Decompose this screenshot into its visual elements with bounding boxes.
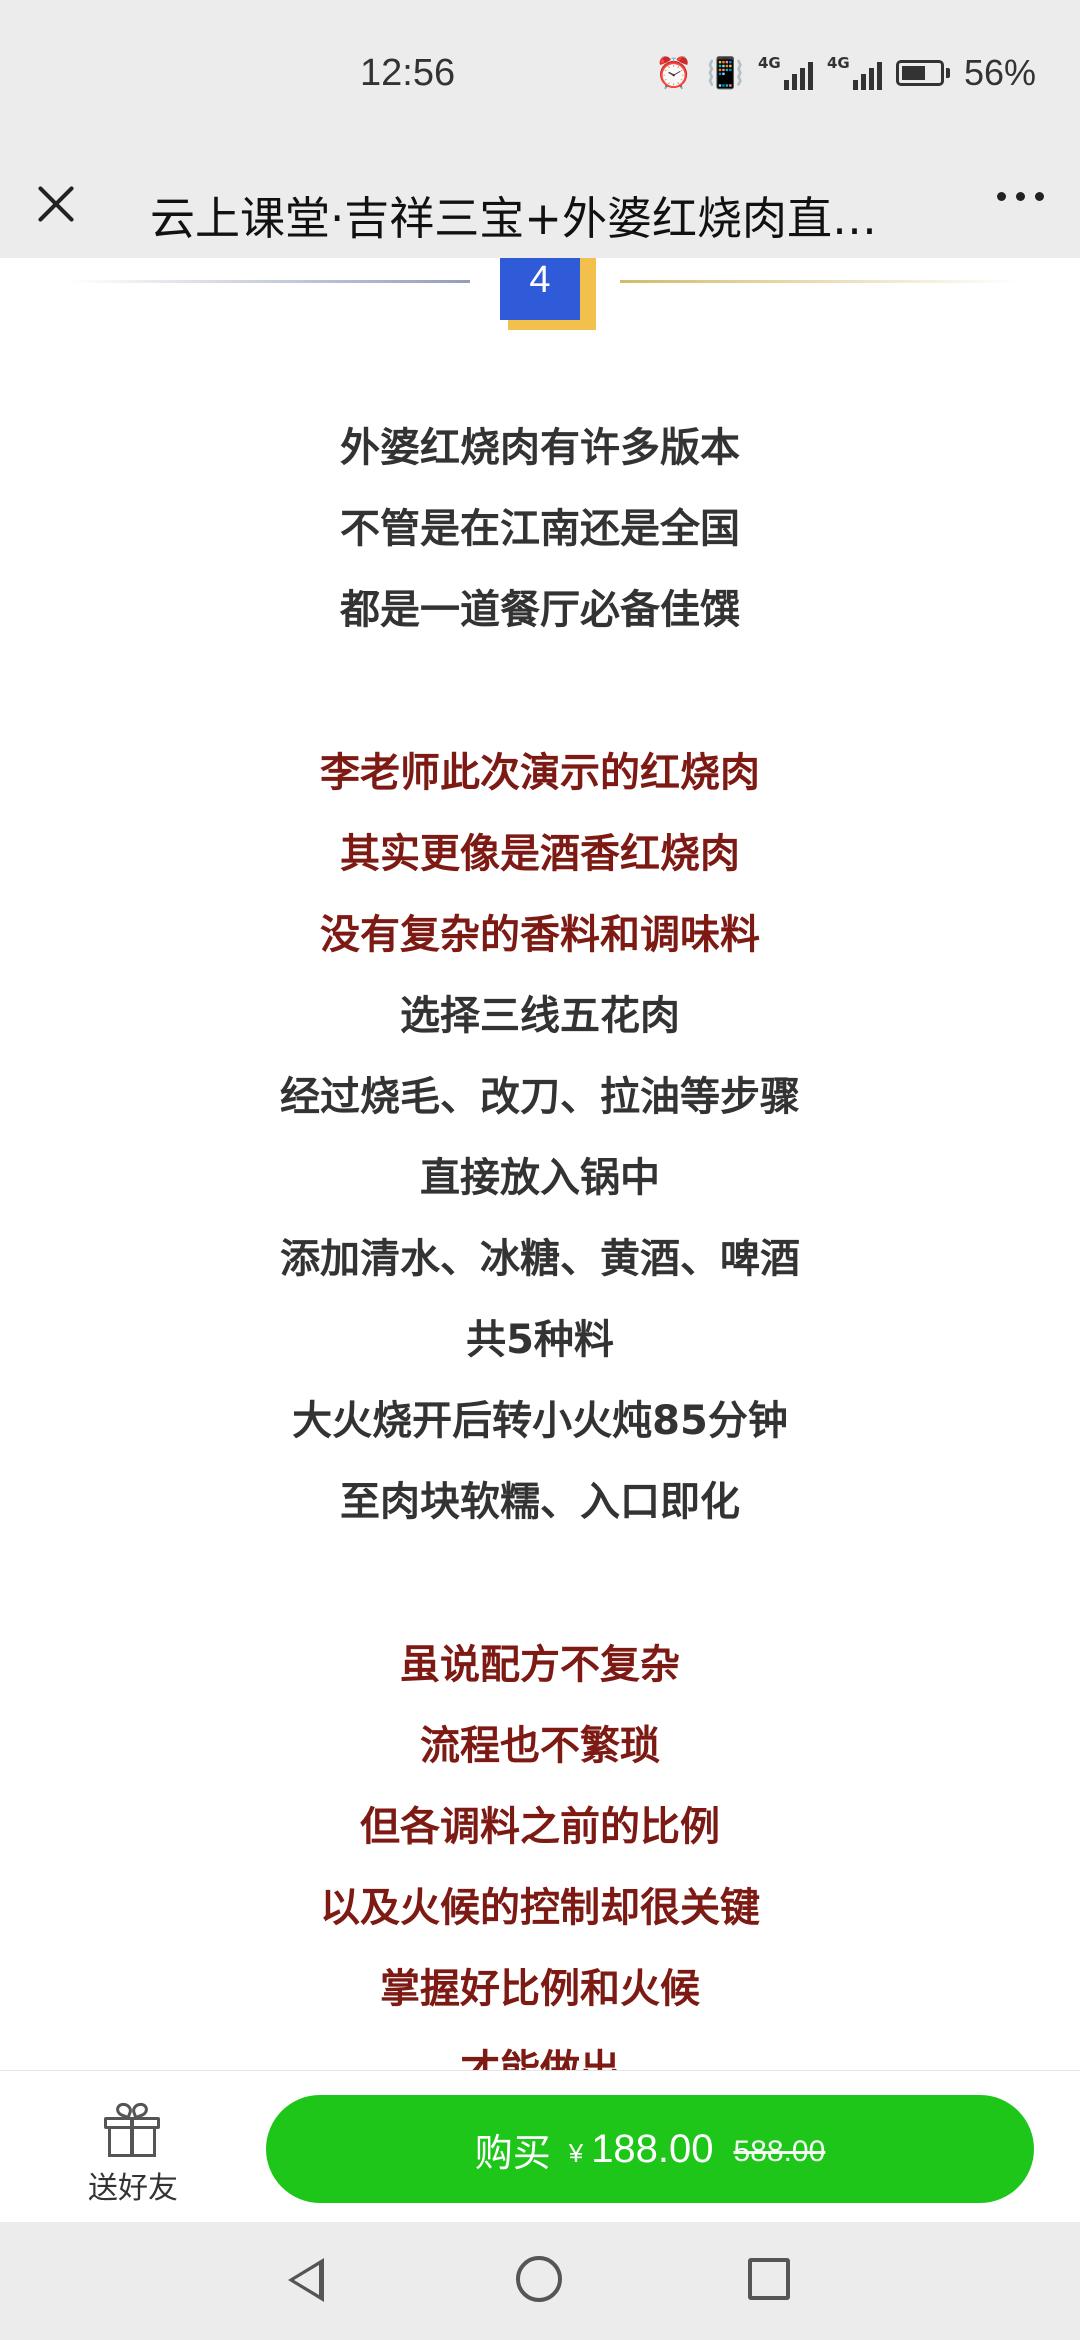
- article-line: 共5种料: [466, 1317, 614, 1363]
- article-line: 不管是在江南还是全国: [340, 506, 740, 552]
- send-to-friend-button[interactable]: 送好友: [88, 2100, 178, 2207]
- article-line: 虽说配方不复杂: [400, 1642, 680, 1688]
- article-line: 流程也不繁琐: [420, 1723, 660, 1769]
- status-icons: ⏰ 📳 4G 4G 56%: [655, 52, 1036, 94]
- article-line: 添加清水、冰糖、黄酒、啤酒: [280, 1236, 800, 1282]
- signal-icon: 4G: [826, 54, 882, 90]
- currency-symbol: ¥: [568, 2137, 584, 2168]
- battery-icon: [895, 60, 950, 86]
- price: 188.00: [591, 2126, 714, 2171]
- buy-label: 购买: [474, 2130, 551, 2175]
- network-type-label: 4G: [757, 54, 781, 72]
- article-line: 都是一道餐厅必备佳馔: [340, 587, 740, 633]
- status-bar: 12:56 ⏰ 📳 4G 4G 56%: [0, 0, 1080, 158]
- page-title: 云上课堂·吉祥三宝+外婆红烧肉直…: [150, 192, 878, 245]
- article-line: 以及火候的控制却很关键: [320, 1885, 760, 1931]
- alarm-icon: ⏰: [655, 55, 693, 91]
- article-line: 其实更像是酒香红烧肉: [340, 831, 740, 877]
- battery-percent: 56%: [963, 52, 1036, 93]
- article-text: 外婆红烧肉有许多版本 不管是在江南还是全国 都是一道餐厅必备佳馔 李老师此次演示的红烧…: [0, 408, 1080, 2070]
- status-time: 12:56: [360, 52, 456, 94]
- network-type-label: 4G: [826, 54, 850, 72]
- article-line: 才能做出: [460, 2047, 620, 2070]
- close-icon[interactable]: [30, 178, 82, 230]
- article-line: 大火烧开后转小火炖85分钟: [292, 1398, 788, 1444]
- article-line: 李老师此次演示的红烧肉: [320, 750, 760, 796]
- article-line: 至肉块软糯、入口即化: [340, 1479, 740, 1525]
- article-line: 没有复杂的香料和调味料: [320, 912, 760, 958]
- article-line: 但各调料之前的比例: [360, 1804, 720, 1850]
- signal-icon: 4G: [757, 54, 813, 90]
- home-icon[interactable]: [516, 2256, 562, 2302]
- article-line: 经过烧毛、改刀、拉油等步骤: [280, 1074, 800, 1120]
- title-bar: 云上课堂·吉祥三宝+外婆红烧肉直…: [0, 158, 1080, 258]
- section-divider: [70, 280, 470, 283]
- back-icon[interactable]: [288, 2258, 324, 2302]
- more-icon[interactable]: [997, 192, 1044, 201]
- article-line: 外婆红烧肉有许多版本: [340, 425, 740, 471]
- recents-icon[interactable]: [748, 2258, 790, 2300]
- section-divider: [620, 280, 1020, 283]
- article-line: 掌握好比例和火候: [380, 1966, 700, 2012]
- article-content[interactable]: 4 外婆红烧肉有许多版本 不管是在江南还是全国 都是一道餐厅必备佳馔 李老师此次演示的…: [0, 258, 1080, 2070]
- article-line: 直接放入锅中: [420, 1155, 660, 1201]
- navigation-bar: [0, 2222, 1080, 2340]
- article-line: 选择三线五花肉: [400, 993, 680, 1039]
- original-price: 588.00: [733, 2135, 826, 2168]
- section-number-badge: 4: [500, 258, 580, 320]
- gift-icon: [104, 2100, 160, 2157]
- buy-button[interactable]: 购买 ¥ 188.00 588.00: [266, 2095, 1034, 2203]
- vibrate-icon: 📳: [706, 55, 744, 91]
- send-to-friend-label: 送好友: [88, 2171, 178, 2206]
- purchase-bar: 送好友 购买 ¥ 188.00 588.00: [0, 2070, 1080, 2223]
